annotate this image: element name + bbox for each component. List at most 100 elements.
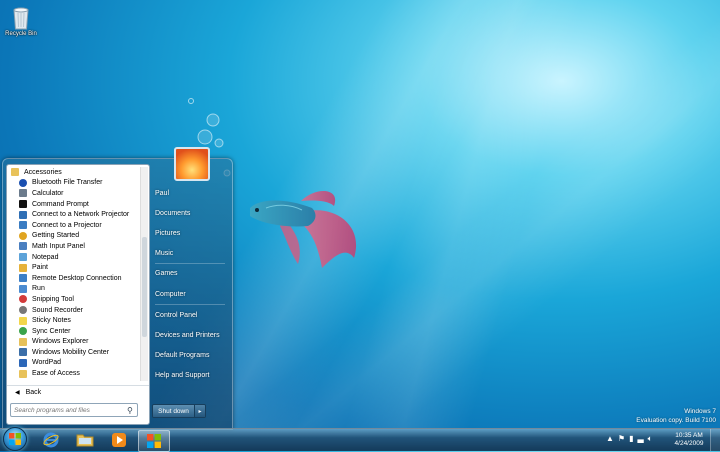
show-desktop-button[interactable]	[710, 429, 720, 451]
program-label: Sound Recorder	[32, 306, 83, 314]
network-projector-icon	[19, 210, 27, 219]
back-button[interactable]: ◀ Back	[7, 385, 149, 398]
betta-fish-wallpaper	[250, 190, 357, 268]
scrollbar-thumb[interactable]	[142, 237, 147, 337]
program-item[interactable]: Snipping Tool	[7, 294, 141, 305]
windows-explorer-icon	[19, 337, 27, 346]
evaluation-watermark: Windows 7 Evaluation copy. Build 7100	[636, 407, 716, 425]
recycle-bin-label: Recycle Bin	[5, 31, 37, 37]
programs-scrollbar[interactable]	[140, 167, 148, 381]
program-label: Getting Started	[32, 232, 80, 240]
program-label: Windows Mobility Center	[32, 348, 110, 356]
program-label: Connect to a Projector	[32, 221, 102, 229]
right-item-pictures[interactable]: Pictures	[155, 230, 180, 237]
program-label: Math Input Panel	[32, 242, 85, 250]
show-hidden-icons-icon[interactable]: ▲	[606, 434, 614, 444]
program-item[interactable]: Sync Center	[7, 326, 141, 337]
program-item[interactable]: Connect to a Network Projector	[7, 209, 141, 220]
program-label: Command Prompt	[32, 200, 89, 208]
programs-folder-accessories[interactable]: Accessories	[7, 167, 141, 178]
program-label: Windows Explorer	[32, 338, 89, 346]
program-item[interactable]: Bluetooth File Transfer	[7, 178, 141, 189]
back-label: Back	[25, 388, 42, 396]
taskbar-windows-explorer[interactable]	[70, 430, 100, 450]
program-item[interactable]: Sticky Notes	[7, 315, 141, 326]
program-label: WordPad	[32, 359, 62, 367]
taskbar: ▲ ⚑ ▮ ▃ 🔈︎ 10:35 AM 4/24/2009	[0, 427, 720, 452]
search-icon[interactable]: ⚲	[127, 406, 137, 415]
watermark-build: Evaluation copy. Build 7100	[636, 417, 716, 424]
getting-started-icon	[19, 231, 27, 240]
calculator-icon	[19, 189, 27, 198]
program-item[interactable]: Calculator	[7, 188, 141, 199]
program-item[interactable]: Getting Started	[7, 231, 141, 242]
program-folder-item[interactable]: Ease of Access	[7, 368, 141, 379]
program-item[interactable]: WordPad	[7, 358, 141, 369]
right-item-control-panel[interactable]: Control Panel	[155, 312, 197, 319]
program-label: Connect to a Network Projector	[32, 211, 130, 219]
internet-explorer-icon	[43, 432, 59, 448]
back-arrow-icon: ◀	[15, 389, 20, 396]
notification-area: ▲ ⚑ ▮ ▃ 🔈︎	[606, 434, 652, 444]
user-picture[interactable]	[174, 147, 210, 181]
projector-icon	[19, 221, 27, 230]
sound-recorder-icon	[19, 306, 27, 315]
windows-logo-icon	[147, 434, 161, 448]
right-item-games[interactable]: Games	[155, 270, 178, 277]
right-item-user[interactable]: Paul	[155, 190, 169, 197]
paint-icon	[19, 263, 27, 272]
program-item[interactable]: Connect to a Projector	[7, 220, 141, 231]
action-center-flag-icon[interactable]: ⚑	[618, 434, 625, 444]
program-label: Paint	[32, 264, 48, 272]
program-label: Sticky Notes	[32, 317, 71, 325]
power-icon[interactable]: ▮	[629, 434, 633, 444]
snipping-tool-icon	[19, 295, 27, 304]
taskbar-media-player[interactable]	[104, 430, 134, 450]
network-icon[interactable]: ▃	[638, 434, 644, 444]
program-item[interactable]: Sound Recorder	[7, 305, 141, 316]
all-programs-list: Accessories Bluetooth File Transfer Calc…	[7, 167, 141, 381]
shutdown-options-arrow-icon[interactable]: ▸	[194, 405, 205, 417]
right-item-devices-and-printers[interactable]: Devices and Printers	[155, 332, 220, 339]
search-input[interactable]	[11, 405, 127, 415]
right-item-help-and-support[interactable]: Help and Support	[155, 372, 209, 379]
folder-open-icon	[11, 168, 19, 177]
program-label: Sync Center	[32, 327, 71, 335]
program-label: Notepad	[32, 253, 59, 261]
programs-panel: Accessories Bluetooth File Transfer Calc…	[6, 164, 150, 425]
program-item[interactable]: Math Input Panel	[7, 241, 141, 252]
notepad-icon	[19, 253, 27, 262]
program-item[interactable]: Paint	[7, 262, 141, 273]
folder-icon	[76, 434, 94, 447]
start-button[interactable]	[3, 427, 27, 451]
right-item-music[interactable]: Music	[155, 250, 173, 257]
bluetooth-icon	[19, 178, 27, 187]
program-label: Run	[32, 285, 45, 293]
program-item[interactable]: Command Prompt	[7, 199, 141, 210]
taskbar-active-app[interactable]	[138, 430, 170, 452]
media-player-icon	[112, 433, 126, 447]
program-item[interactable]: Notepad	[7, 252, 141, 263]
shutdown-button[interactable]: Shut down	[153, 405, 194, 417]
run-icon	[19, 284, 27, 293]
remote-desktop-icon	[19, 274, 27, 283]
search-box[interactable]: ⚲	[10, 403, 138, 417]
clock[interactable]: 10:35 AM 4/24/2009	[672, 432, 706, 448]
recycle-bin-desktop-icon[interactable]: Recycle Bin	[4, 4, 38, 37]
sync-center-icon	[19, 327, 27, 336]
volume-icon[interactable]: 🔈︎	[648, 434, 653, 444]
right-item-computer[interactable]: Computer	[155, 291, 186, 298]
program-label: Snipping Tool	[32, 295, 74, 303]
start-menu: Accessories Bluetooth File Transfer Calc…	[2, 147, 233, 430]
program-item[interactable]: Run	[7, 284, 141, 295]
program-item[interactable]: Remote Desktop Connection	[7, 273, 141, 284]
right-item-documents[interactable]: Documents	[155, 210, 190, 217]
taskbar-internet-explorer[interactable]	[36, 430, 66, 450]
sticky-notes-icon	[19, 316, 27, 325]
mobility-center-icon	[19, 348, 27, 357]
right-item-default-programs[interactable]: Default Programs	[155, 352, 209, 359]
program-label: Bluetooth File Transfer	[32, 179, 103, 187]
start-menu-right-panel: Paul Documents Pictures Music Games Comp…	[153, 147, 232, 429]
program-item[interactable]: Windows Mobility Center	[7, 347, 141, 358]
program-item[interactable]: Windows Explorer	[7, 337, 141, 348]
